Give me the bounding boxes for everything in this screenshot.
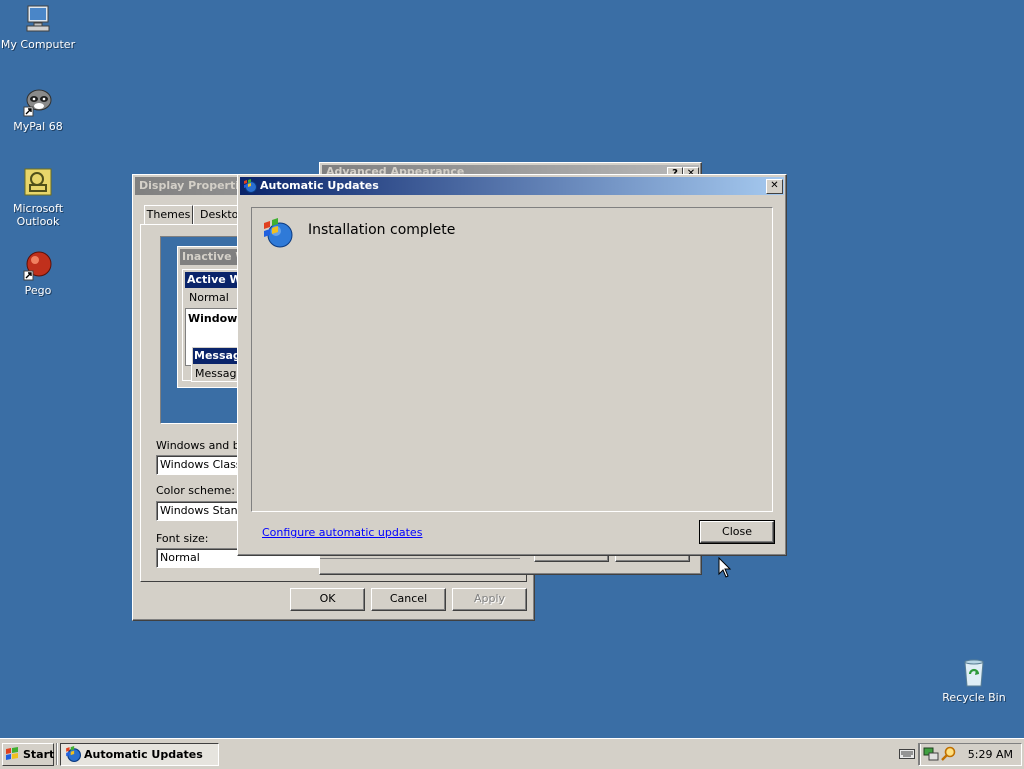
search-icon[interactable]	[941, 746, 957, 762]
network-icon[interactable]	[923, 746, 939, 762]
taskbar-separator	[56, 743, 58, 765]
computer-icon	[22, 3, 54, 35]
desktop-icon-label: Microsoft Outlook	[12, 202, 64, 228]
color-scheme-label: Color scheme:	[156, 484, 235, 497]
automatic-updates-titlebar[interactable]: Automatic Updates	[240, 177, 784, 195]
windows-update-icon	[243, 179, 257, 193]
windows-update-large-icon	[262, 217, 294, 249]
system-tray: 5:29 AM	[918, 743, 1022, 766]
desktop-icon-label: Pego	[24, 284, 52, 297]
windows-buttons-select[interactable]: Windows Classic	[156, 455, 246, 475]
cancel-button[interactable]: Cancel	[371, 588, 446, 611]
desktop-icon-my-computer[interactable]: My Computer	[0, 3, 76, 51]
desktop-icon-outlook[interactable]: Microsoft Outlook	[0, 167, 76, 228]
advanced-appearance-inner-border	[320, 558, 520, 559]
taskbar-task-automatic-updates[interactable]: Automatic Updates	[60, 743, 219, 766]
apply-button[interactable]: Apply	[452, 588, 527, 611]
window-title: Automatic Updates	[260, 179, 379, 192]
color-scheme-select[interactable]: Windows Standa	[156, 501, 246, 521]
desktop-icon-label: My Computer	[0, 38, 76, 51]
content-panel: Installation complete	[251, 207, 773, 512]
raccoon-icon	[22, 85, 54, 117]
windows-logo-icon	[6, 747, 18, 760]
outlook-icon	[22, 167, 54, 199]
close-dialog-button[interactable]: Close	[699, 520, 775, 544]
start-button[interactable]: Start	[2, 743, 54, 766]
desktop-icon-label: Recycle Bin	[942, 691, 1006, 704]
configure-updates-link[interactable]: Configure automatic updates	[262, 526, 422, 539]
pego-icon	[22, 249, 54, 281]
preview-menu-normal: Normal	[189, 291, 229, 304]
task-label: Automatic Updates	[84, 748, 203, 761]
close-button[interactable]: ✕	[766, 179, 783, 194]
desktop-icon-recycle-bin[interactable]: Recycle Bin	[936, 656, 1012, 704]
automatic-updates-window[interactable]: Automatic Updates ✕ Installation complet…	[237, 174, 787, 556]
start-label: Start	[23, 748, 55, 761]
windows-update-icon	[66, 746, 81, 762]
taskbar: Start Automatic Updates 5:29 AM	[0, 738, 1024, 769]
appearance-preview: Inactive W Active W Normal Window T Mess…	[160, 236, 264, 424]
tab-themes[interactable]: Themes	[144, 205, 193, 224]
desktop-icon-mypal[interactable]: MyPal 68	[0, 85, 76, 133]
tab-label: Themes	[146, 208, 191, 221]
mouse-cursor-icon	[718, 557, 732, 578]
desktop-icon-pego[interactable]: Pego	[0, 249, 76, 297]
font-size-label: Font size:	[156, 532, 209, 545]
windows-buttons-label: Windows and bu	[156, 439, 247, 452]
preview-message-text: Message	[195, 367, 244, 380]
keyboard-icon[interactable]	[899, 748, 915, 760]
window-title: Display Properties	[139, 179, 254, 192]
recycle-bin-icon	[958, 656, 990, 688]
status-message: Installation complete	[308, 222, 456, 238]
desktop-icon-label: MyPal 68	[13, 120, 63, 133]
clock[interactable]: 5:29 AM	[968, 744, 1013, 765]
ok-button[interactable]: OK	[290, 588, 365, 611]
